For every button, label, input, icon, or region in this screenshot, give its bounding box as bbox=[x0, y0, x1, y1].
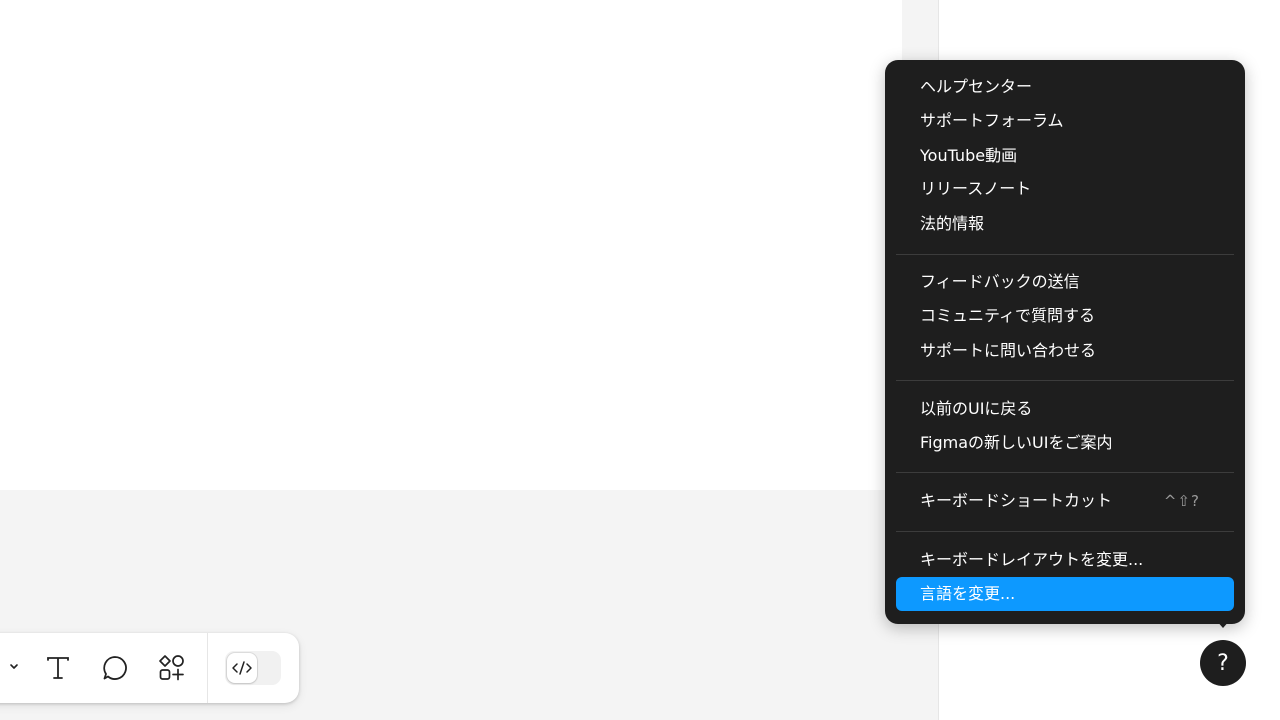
menu-separator bbox=[896, 531, 1234, 532]
bottom-toolbar bbox=[0, 633, 299, 703]
canvas-area[interactable] bbox=[0, 0, 902, 490]
menu-separator bbox=[896, 254, 1234, 255]
tool-dropdown-chevron[interactable] bbox=[6, 657, 22, 677]
question-mark-icon: ? bbox=[1217, 650, 1229, 676]
chevron-down-icon bbox=[10, 664, 18, 669]
menu-item-youtube-videos[interactable]: YouTube動画 bbox=[896, 139, 1234, 173]
menu-item-help-center[interactable]: ヘルプセンター bbox=[896, 70, 1234, 104]
menu-item-ask-community[interactable]: コミュニティで質問する bbox=[896, 299, 1234, 333]
menu-separator bbox=[896, 380, 1234, 381]
menu-item-legal-info[interactable]: 法的情報 bbox=[896, 207, 1234, 241]
menu-item-release-notes[interactable]: リリースノート bbox=[896, 172, 1234, 206]
code-icon bbox=[232, 661, 252, 675]
menu-caret bbox=[1216, 620, 1230, 628]
menu-item-change-keyboard-layout[interactable]: キーボードレイアウトを変更... bbox=[896, 543, 1234, 577]
menu-separator bbox=[896, 472, 1234, 473]
comment-icon bbox=[103, 656, 127, 680]
resources-tool-button[interactable] bbox=[154, 650, 190, 686]
text-tool-icon bbox=[47, 657, 69, 679]
comment-tool-button[interactable] bbox=[97, 650, 133, 686]
dev-mode-toggle[interactable] bbox=[225, 651, 281, 685]
toolbar-divider bbox=[207, 633, 208, 703]
menu-item-contact-support[interactable]: サポートに問い合わせる bbox=[896, 334, 1234, 368]
menu-item-keyboard-shortcuts[interactable]: キーボードショートカット ^⇧? bbox=[896, 484, 1234, 518]
resources-icon bbox=[159, 655, 184, 681]
text-tool-button[interactable] bbox=[40, 650, 76, 686]
menu-item-send-feedback[interactable]: フィードバックの送信 bbox=[896, 265, 1234, 299]
keyboard-shortcut-hint: ^⇧? bbox=[1163, 492, 1200, 510]
dev-mode-toggle-knob bbox=[227, 653, 257, 683]
menu-item-revert-ui[interactable]: 以前のUIに戻る bbox=[896, 392, 1234, 426]
menu-item-support-forum[interactable]: サポートフォーラム bbox=[896, 104, 1234, 138]
menu-item-change-language[interactable]: 言語を変更... bbox=[896, 577, 1234, 611]
menu-item-new-ui-tour[interactable]: Figmaの新しいUIをご案内 bbox=[896, 426, 1234, 460]
help-button[interactable]: ? bbox=[1200, 640, 1246, 686]
